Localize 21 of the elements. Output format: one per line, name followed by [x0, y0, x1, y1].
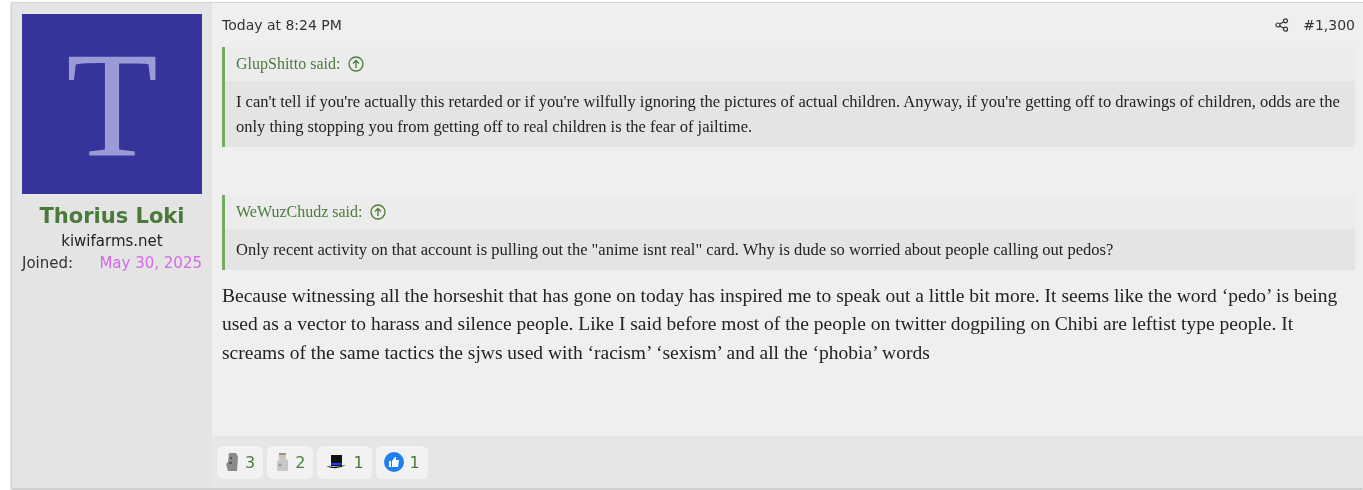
reaction-button[interactable]: 2	[267, 445, 314, 479]
reaction-button[interactable]: 1	[375, 445, 428, 479]
post-time[interactable]: Today at 8:24 PM	[222, 17, 342, 33]
joined-label: Joined:	[22, 254, 74, 272]
post-number[interactable]: #1,300	[1303, 17, 1355, 33]
arrow-up-icon[interactable]	[370, 204, 387, 220]
thumbs-up-icon	[383, 452, 404, 472]
reaction-button[interactable]: 1	[317, 445, 372, 479]
quote-text: I can't tell if you're actually this retarded or if you're wilfully ignoring the pictures of actual children. Anyway, if you're getting off to drawings of children, odds are the only thing stopping you from getting off to real children is the fear of jailtime.	[225, 81, 1355, 147]
quote-author[interactable]: WeWuzChudz said:	[236, 203, 363, 221]
top-hat-icon	[325, 454, 348, 470]
joined-date: May 30, 2025	[99, 254, 202, 272]
user-title: kiwifarms.net	[61, 232, 163, 250]
post-body: Because witnessing all the horseshit that has gone on today has inspired me to speak out a little bit more. It seems like the word ‘pedo’ is being used as a vector to harass and silence people. Like I said before most of the people on twitter dogpiling on Chibi are leftist type people. It screams of the same tactics the sjws used with ‘racism’ ‘sexism’ and all the ‘phobia’ words	[222, 284, 1339, 365]
username[interactable]: Thorius Loki	[39, 204, 185, 228]
arrow-up-icon[interactable]	[348, 56, 365, 72]
share-icon[interactable]	[1275, 18, 1290, 32]
quote-author[interactable]: GlupShitto said:	[236, 55, 341, 73]
reaction-button[interactable]: 3	[217, 445, 264, 479]
avatar: T	[22, 14, 202, 194]
quote-text: Only recent activity on that account is pulling out the "anime isnt real" card. Why is dude so worried about people calling out pedos?	[225, 229, 1355, 270]
